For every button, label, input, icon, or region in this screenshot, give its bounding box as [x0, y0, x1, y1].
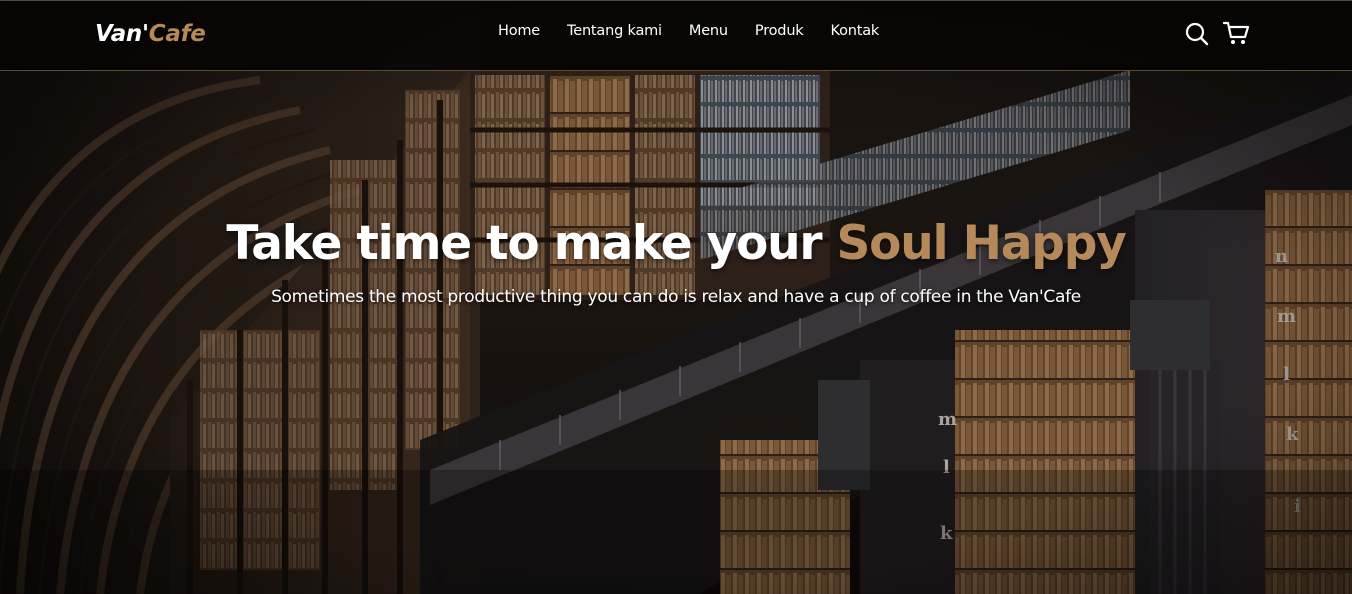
brand-name-part2: Cafe	[148, 21, 206, 47]
hero-title: Take time to make your Soul Happy	[0, 216, 1352, 271]
nav-link-menu[interactable]: Menu	[689, 23, 728, 39]
shopping-cart-icon[interactable]	[1223, 21, 1250, 47]
brand-name-part1: Van'	[95, 21, 149, 47]
brand-logo[interactable]: Van'Cafe	[95, 21, 206, 47]
nav-links: Home Tentang kami Menu Produk Kontak	[498, 23, 879, 39]
search-icon[interactable]	[1184, 21, 1210, 47]
navbar: Van'Cafe Home Tentang kami Menu Produk K…	[0, 0, 1352, 71]
nav-link-home[interactable]: Home	[498, 23, 540, 39]
hero-subtitle: Sometimes the most productive thing you …	[271, 287, 1081, 307]
hero-title-accent: Soul Happy	[836, 216, 1127, 271]
hero-title-main: Take time to make your	[226, 216, 822, 271]
nav-link-tentang-kami[interactable]: Tentang kami	[567, 23, 662, 39]
nav-link-kontak[interactable]: Kontak	[831, 23, 880, 39]
nav-link-produk[interactable]: Produk	[755, 23, 804, 39]
